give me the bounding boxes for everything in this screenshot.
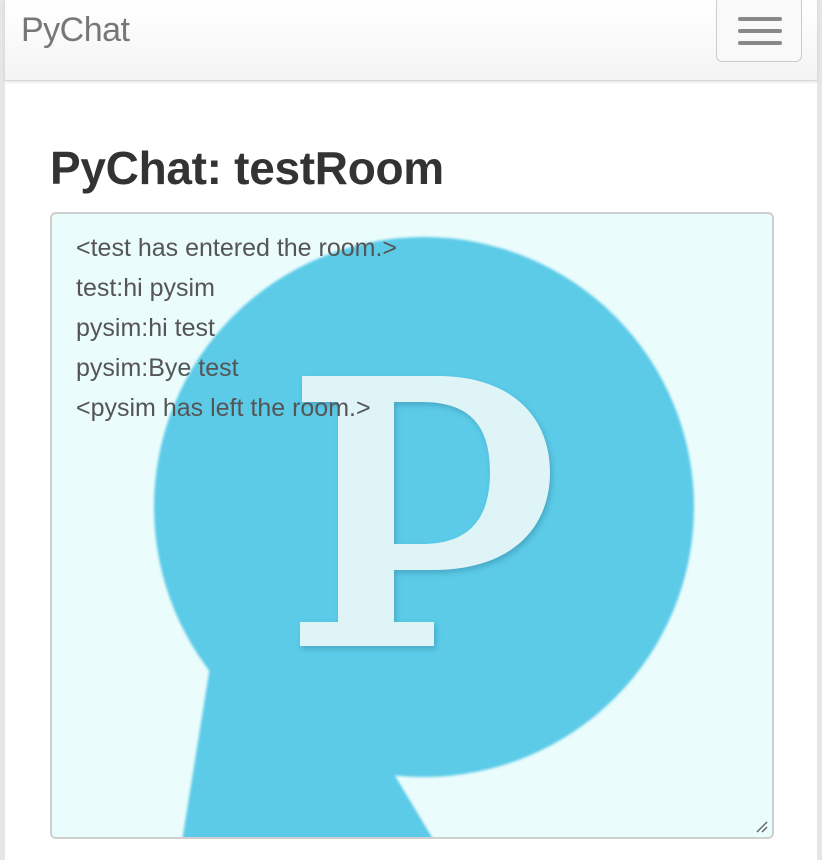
page-title: PyChat: testRoom [50,142,444,194]
message-list: <test has entered the room.> test:hi pys… [76,228,397,428]
chat-message: <test has entered the room.> [76,234,398,262]
menu-toggle-button[interactable] [716,0,802,62]
chat-message: <pysim has left the room.> [76,394,371,422]
hamburger-bar [738,17,782,21]
chat-messages-area[interactable]: <test has entered the room.> test:hi pys… [50,212,774,839]
chat-message: pysim:hi test [76,314,215,342]
navbar: PyChat [5,0,817,81]
page: PyChat PyChat: testRoom <test has entere… [5,0,817,860]
chat-message: test:hi pysim [76,274,215,302]
resize-handle-icon[interactable] [754,819,768,833]
navbar-brand[interactable]: PyChat [21,10,130,50]
hamburger-bar [738,41,782,45]
hamburger-bar [738,29,782,33]
chat-message: pysim:Bye test [76,354,239,382]
